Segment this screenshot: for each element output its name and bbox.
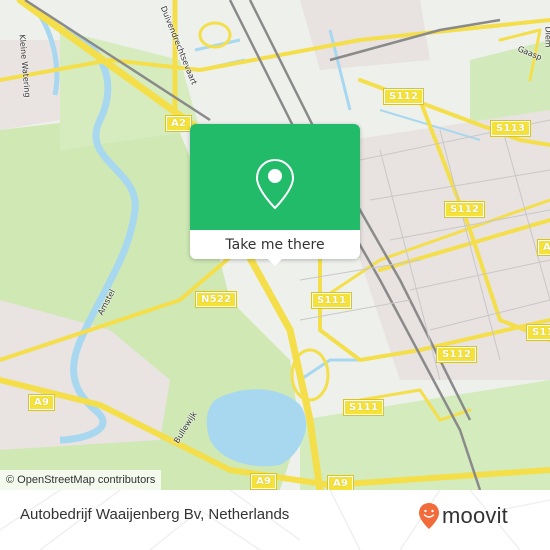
take-me-there-button[interactable]: Take me there — [190, 230, 360, 259]
road-shield-s111: S111 — [342, 399, 385, 416]
road-shield-s113: S113 — [489, 120, 532, 137]
moovit-wordmark: moovit — [442, 503, 508, 528]
road-shield-s112: S11 — [525, 324, 550, 341]
place-name: Autobedrijf Waaijenberg Bv, Netherlands — [20, 506, 290, 523]
road-shield-s112: S112 — [382, 88, 425, 105]
moovit-logo[interactable]: moovit — [418, 502, 508, 530]
map-view[interactable]: A2 S112 S113 S112 A9 N522 S111 S112 S11 … — [0, 0, 550, 490]
road-shield-s111: S111 — [310, 292, 353, 309]
road-shield-s112: S112 — [435, 346, 478, 363]
location-popup: Take me there — [190, 124, 360, 266]
popup-header — [190, 124, 360, 230]
road-shield-n522: N522 — [194, 291, 238, 308]
road-shield-a9: A9 — [326, 475, 355, 490]
map-attribution[interactable]: © OpenStreetMap contributors — [0, 470, 162, 490]
road-shield-a9: A9 — [27, 394, 56, 411]
footer: Autobedrijf Waaijenberg Bv, Netherlands … — [0, 490, 550, 550]
road-shield-a9: A9 — [536, 239, 550, 256]
popup-pointer — [267, 258, 283, 266]
road-shield-s112: S112 — [443, 201, 486, 218]
road-shield-a9: A9 — [249, 473, 278, 490]
map-pin-icon — [255, 158, 295, 210]
street-label-diem: Diem — [543, 26, 550, 48]
road-shield-a2: A2 — [164, 115, 193, 132]
moovit-pin-icon — [419, 503, 439, 529]
